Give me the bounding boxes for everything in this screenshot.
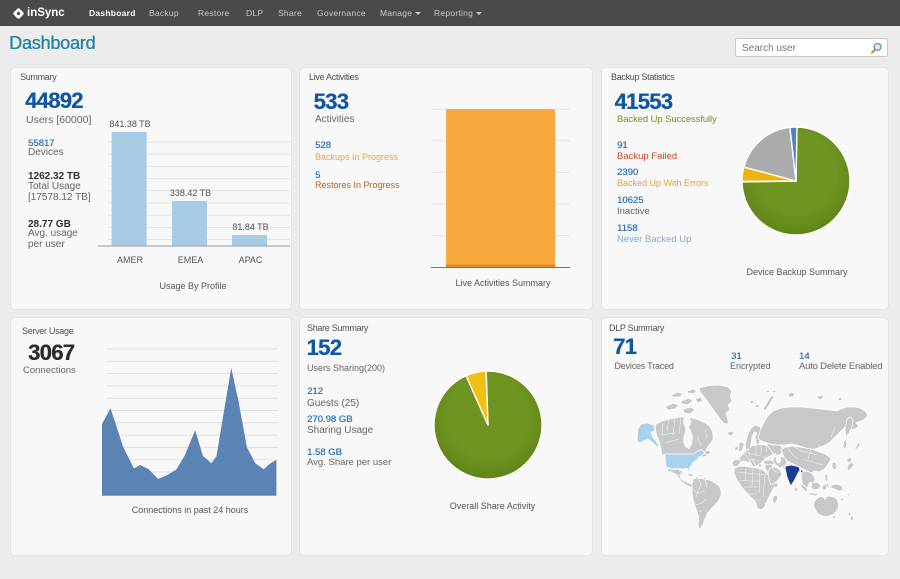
svg-text:AMER: AMER <box>117 255 144 265</box>
svg-text:841.38 TB: 841.38 TB <box>109 119 150 129</box>
svg-text:81.84 TB: 81.84 TB <box>232 222 268 232</box>
svg-text:APAC: APAC <box>239 255 263 265</box>
svg-text:EMEA: EMEA <box>178 255 204 265</box>
svg-text:338.42 TB: 338.42 TB <box>170 188 211 198</box>
